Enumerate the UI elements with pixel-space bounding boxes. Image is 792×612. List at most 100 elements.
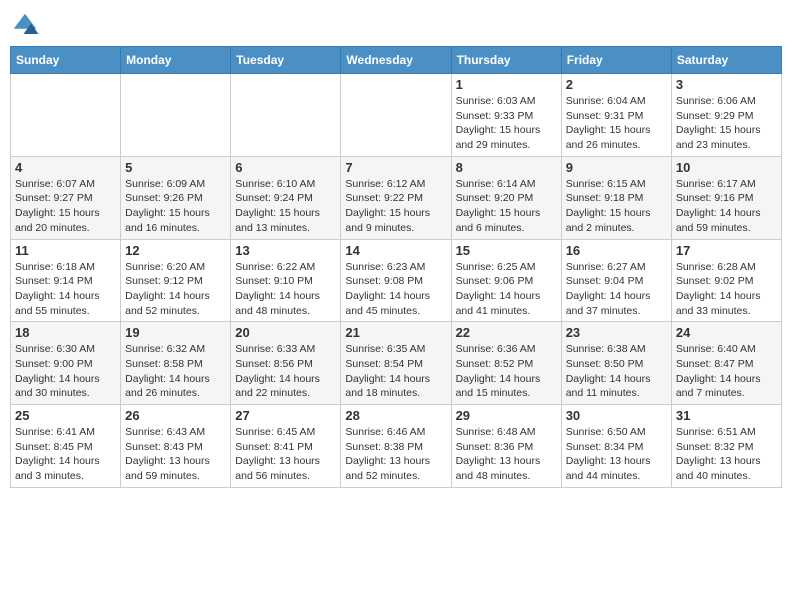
day-info: Sunrise: 6:17 AMSunset: 9:16 PMDaylight:…	[676, 177, 777, 236]
calendar-cell-4-3: 28 Sunrise: 6:46 AMSunset: 8:38 PMDayligh…	[341, 405, 451, 488]
day-number: 12	[125, 243, 226, 258]
weekday-header-tuesday: Tuesday	[231, 47, 341, 74]
day-number: 29	[456, 408, 557, 423]
day-info: Sunrise: 6:32 AMSunset: 8:58 PMDaylight:…	[125, 342, 226, 401]
calendar-cell-0-1	[121, 74, 231, 157]
calendar-cell-0-6: 3 Sunrise: 6:06 AMSunset: 9:29 PMDaylight…	[671, 74, 781, 157]
day-info: Sunrise: 6:35 AMSunset: 8:54 PMDaylight:…	[345, 342, 446, 401]
day-number: 3	[676, 77, 777, 92]
day-info: Sunrise: 6:07 AMSunset: 9:27 PMDaylight:…	[15, 177, 116, 236]
day-info: Sunrise: 6:22 AMSunset: 9:10 PMDaylight:…	[235, 260, 336, 319]
day-number: 8	[456, 160, 557, 175]
calendar-cell-3-5: 23 Sunrise: 6:38 AMSunset: 8:50 PMDayligh…	[561, 322, 671, 405]
day-number: 5	[125, 160, 226, 175]
calendar-cell-4-6: 31Sunrise: 6:51 AMSunset: 8:32 PMDayligh…	[671, 405, 781, 488]
day-info: Sunrise: 6:09 AMSunset: 9:26 PMDaylight:…	[125, 177, 226, 236]
day-number: 1	[456, 77, 557, 92]
calendar-cell-1-1: 5 Sunrise: 6:09 AMSunset: 9:26 PMDaylight…	[121, 156, 231, 239]
calendar-cell-0-0	[11, 74, 121, 157]
calendar-cell-4-4: 29 Sunrise: 6:48 AMSunset: 8:36 PMDayligh…	[451, 405, 561, 488]
calendar-cell-3-1: 19 Sunrise: 6:32 AMSunset: 8:58 PMDayligh…	[121, 322, 231, 405]
day-info: Sunrise: 6:48 AMSunset: 8:36 PMDaylight:…	[456, 425, 557, 484]
week-row-5: 25 Sunrise: 6:41 AMSunset: 8:45 PMDayligh…	[11, 405, 782, 488]
day-info: Sunrise: 6:46 AMSunset: 8:38 PMDaylight:…	[345, 425, 446, 484]
weekday-header-friday: Friday	[561, 47, 671, 74]
calendar-cell-1-0: 4 Sunrise: 6:07 AMSunset: 9:27 PMDaylight…	[11, 156, 121, 239]
logo	[10, 10, 44, 40]
day-info: Sunrise: 6:41 AMSunset: 8:45 PMDaylight:…	[15, 425, 116, 484]
day-info: Sunrise: 6:50 AMSunset: 8:34 PMDaylight:…	[566, 425, 667, 484]
week-row-4: 18Sunrise: 6:30 AMSunset: 9:00 PMDayligh…	[11, 322, 782, 405]
calendar-cell-1-3: 7Sunrise: 6:12 AMSunset: 9:22 PMDaylight…	[341, 156, 451, 239]
day-info: Sunrise: 6:25 AMSunset: 9:06 PMDaylight:…	[456, 260, 557, 319]
calendar-cell-0-4: 1Sunrise: 6:03 AMSunset: 9:33 PMDaylight…	[451, 74, 561, 157]
calendar-cell-3-0: 18Sunrise: 6:30 AMSunset: 9:00 PMDayligh…	[11, 322, 121, 405]
weekday-header-wednesday: Wednesday	[341, 47, 451, 74]
day-number: 26	[125, 408, 226, 423]
calendar-cell-0-5: 2 Sunrise: 6:04 AMSunset: 9:31 PMDaylight…	[561, 74, 671, 157]
day-info: Sunrise: 6:14 AMSunset: 9:20 PMDaylight:…	[456, 177, 557, 236]
day-info: Sunrise: 6:20 AMSunset: 9:12 PMDaylight:…	[125, 260, 226, 319]
weekday-header-thursday: Thursday	[451, 47, 561, 74]
day-number: 28	[345, 408, 446, 423]
day-info: Sunrise: 6:18 AMSunset: 9:14 PMDaylight:…	[15, 260, 116, 319]
day-info: Sunrise: 6:15 AMSunset: 9:18 PMDaylight:…	[566, 177, 667, 236]
day-number: 24	[676, 325, 777, 340]
calendar-cell-2-2: 13 Sunrise: 6:22 AMSunset: 9:10 PMDayligh…	[231, 239, 341, 322]
calendar-cell-2-4: 15Sunrise: 6:25 AMSunset: 9:06 PMDayligh…	[451, 239, 561, 322]
calendar-cell-0-3	[341, 74, 451, 157]
day-info: Sunrise: 6:27 AMSunset: 9:04 PMDaylight:…	[566, 260, 667, 319]
calendar-cell-0-2	[231, 74, 341, 157]
calendar-cell-4-1: 26 Sunrise: 6:43 AMSunset: 8:43 PMDayligh…	[121, 405, 231, 488]
calendar-cell-3-6: 24 Sunrise: 6:40 AMSunset: 8:47 PMDayligh…	[671, 322, 781, 405]
logo-icon	[10, 10, 40, 40]
calendar-cell-3-4: 22 Sunrise: 6:36 AMSunset: 8:52 PMDayligh…	[451, 322, 561, 405]
calendar-cell-4-5: 30Sunrise: 6:50 AMSunset: 8:34 PMDayligh…	[561, 405, 671, 488]
day-number: 23	[566, 325, 667, 340]
day-info: Sunrise: 6:36 AMSunset: 8:52 PMDaylight:…	[456, 342, 557, 401]
calendar-cell-4-2: 27 Sunrise: 6:45 AMSunset: 8:41 PMDayligh…	[231, 405, 341, 488]
day-info: Sunrise: 6:40 AMSunset: 8:47 PMDaylight:…	[676, 342, 777, 401]
day-info: Sunrise: 6:12 AMSunset: 9:22 PMDaylight:…	[345, 177, 446, 236]
day-number: 13	[235, 243, 336, 258]
day-info: Sunrise: 6:30 AMSunset: 9:00 PMDaylight:…	[15, 342, 116, 401]
day-info: Sunrise: 6:06 AMSunset: 9:29 PMDaylight:…	[676, 94, 777, 153]
calendar-cell-1-6: 10 Sunrise: 6:17 AMSunset: 9:16 PMDayligh…	[671, 156, 781, 239]
day-number: 21	[345, 325, 446, 340]
day-number: 27	[235, 408, 336, 423]
calendar-cell-1-5: 9 Sunrise: 6:15 AMSunset: 9:18 PMDaylight…	[561, 156, 671, 239]
day-number: 4	[15, 160, 116, 175]
weekday-header-row: SundayMondayTuesdayWednesdayThursdayFrid…	[11, 47, 782, 74]
day-number: 16	[566, 243, 667, 258]
day-number: 25	[15, 408, 116, 423]
weekday-header-saturday: Saturday	[671, 47, 781, 74]
day-number: 10	[676, 160, 777, 175]
day-number: 2	[566, 77, 667, 92]
day-number: 14	[345, 243, 446, 258]
calendar-cell-2-5: 16 Sunrise: 6:27 AMSunset: 9:04 PMDayligh…	[561, 239, 671, 322]
calendar-cell-2-1: 12 Sunrise: 6:20 AMSunset: 9:12 PMDayligh…	[121, 239, 231, 322]
day-info: Sunrise: 6:38 AMSunset: 8:50 PMDaylight:…	[566, 342, 667, 401]
calendar-cell-2-6: 17Sunrise: 6:28 AMSunset: 9:02 PMDayligh…	[671, 239, 781, 322]
day-number: 31	[676, 408, 777, 423]
calendar-cell-3-3: 21 Sunrise: 6:35 AMSunset: 8:54 PMDayligh…	[341, 322, 451, 405]
day-info: Sunrise: 6:43 AMSunset: 8:43 PMDaylight:…	[125, 425, 226, 484]
day-number: 20	[235, 325, 336, 340]
week-row-2: 4 Sunrise: 6:07 AMSunset: 9:27 PMDaylight…	[11, 156, 782, 239]
day-info: Sunrise: 6:33 AMSunset: 8:56 PMDaylight:…	[235, 342, 336, 401]
day-info: Sunrise: 6:04 AMSunset: 9:31 PMDaylight:…	[566, 94, 667, 153]
weekday-header-monday: Monday	[121, 47, 231, 74]
header	[10, 10, 782, 40]
day-number: 9	[566, 160, 667, 175]
calendar-cell-2-3: 14Sunrise: 6:23 AMSunset: 9:08 PMDayligh…	[341, 239, 451, 322]
calendar-table: SundayMondayTuesdayWednesdayThursdayFrid…	[10, 46, 782, 488]
day-info: Sunrise: 6:45 AMSunset: 8:41 PMDaylight:…	[235, 425, 336, 484]
day-number: 11	[15, 243, 116, 258]
week-row-1: 1Sunrise: 6:03 AMSunset: 9:33 PMDaylight…	[11, 74, 782, 157]
day-number: 19	[125, 325, 226, 340]
day-number: 22	[456, 325, 557, 340]
day-number: 6	[235, 160, 336, 175]
week-row-3: 11 Sunrise: 6:18 AMSunset: 9:14 PMDayligh…	[11, 239, 782, 322]
calendar-cell-1-4: 8 Sunrise: 6:14 AMSunset: 9:20 PMDaylight…	[451, 156, 561, 239]
calendar-cell-2-0: 11 Sunrise: 6:18 AMSunset: 9:14 PMDayligh…	[11, 239, 121, 322]
